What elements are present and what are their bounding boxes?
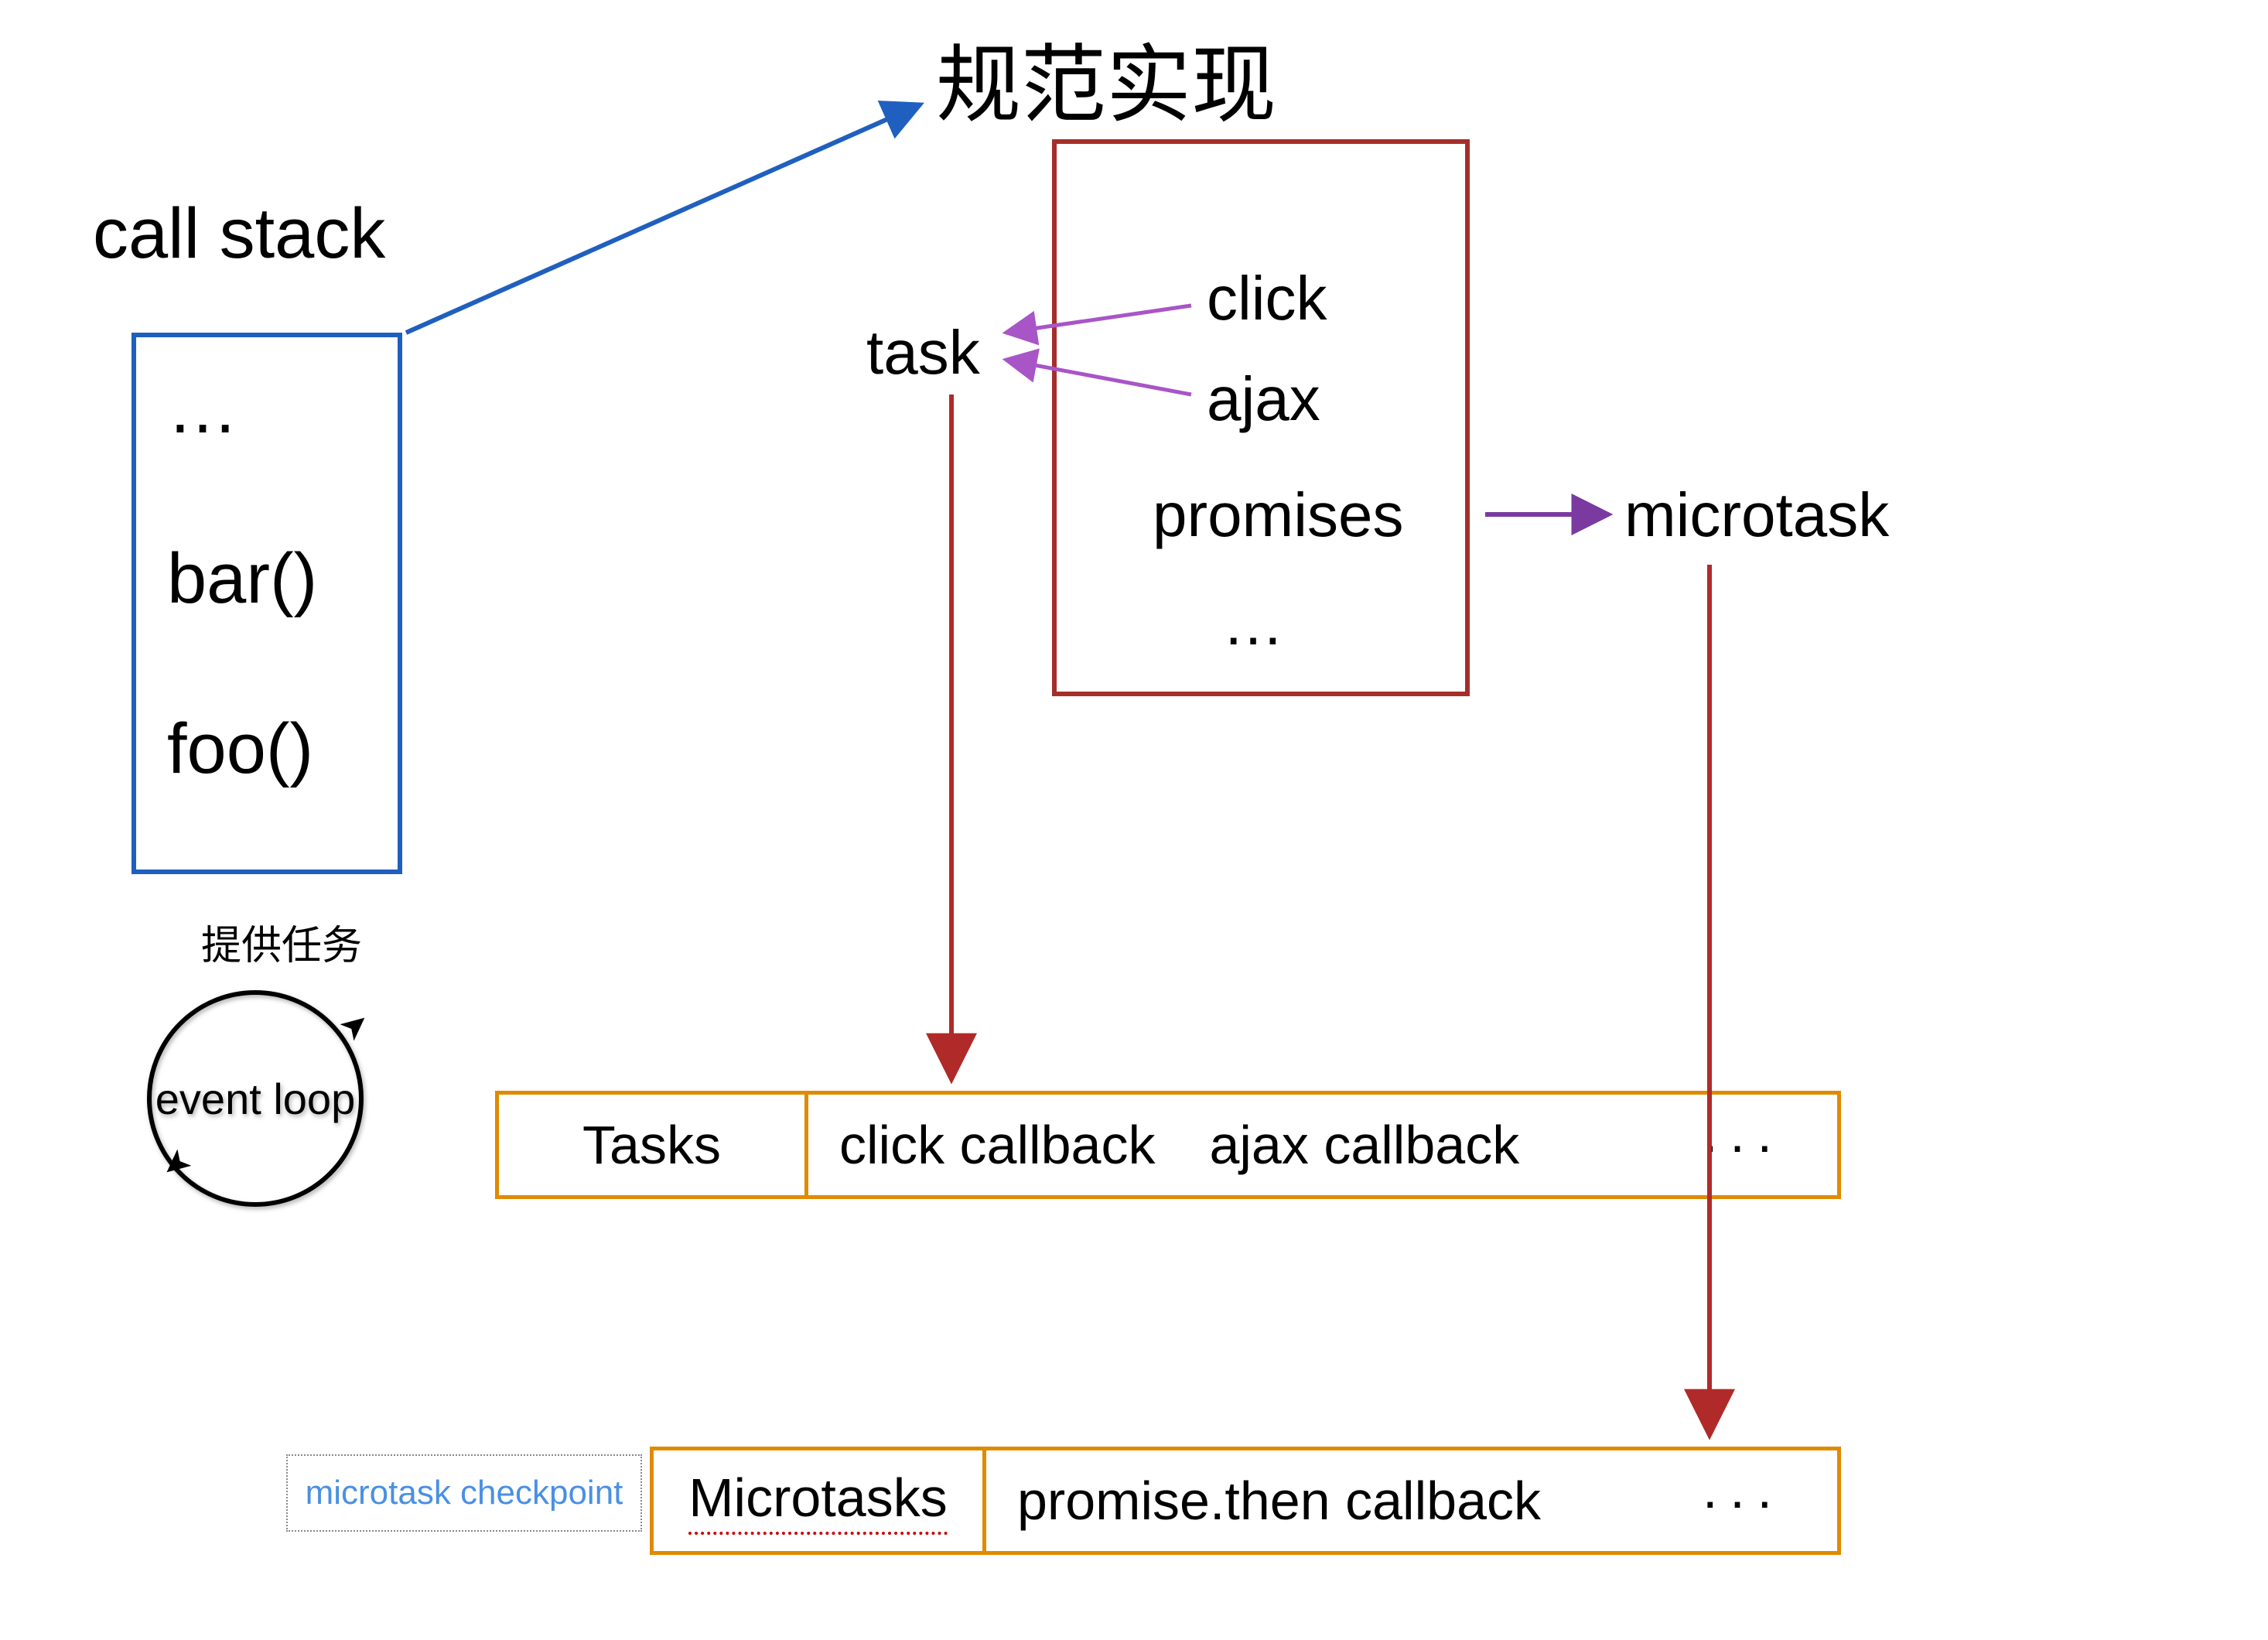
call-stack-title: call stack — [93, 193, 385, 275]
stack-item-ellipsis: … — [167, 368, 238, 449]
microtasks-queue-header: Microtasks — [654, 1450, 986, 1551]
tasks-queue-body: click callback ajax callback ··· — [808, 1095, 1837, 1195]
spec-title: 规范实现 — [936, 15, 1276, 139]
spec-item-ajax: ajax — [1207, 364, 1320, 435]
tasks-cell-more: ··· — [1701, 1114, 1806, 1176]
microtasks-queue-body: promise.then callback ··· — [986, 1450, 1837, 1551]
tasks-queue: Tasks click callback ajax callback ··· — [495, 1091, 1841, 1199]
spec-item-click: click — [1207, 263, 1327, 334]
call-stack-box: … bar() foo() — [132, 333, 402, 874]
microtask-label: microtask — [1624, 480, 1889, 551]
provide-tasks-label: 提供任务 — [201, 913, 362, 971]
tasks-cell-click: click callback — [839, 1114, 1155, 1176]
spec-item-ellipsis: … — [1222, 588, 1284, 659]
microtasks-queue: Microtasks promise.then callback ··· — [650, 1447, 1841, 1555]
stack-item-foo: foo() — [167, 709, 313, 790]
arrow-callstack-to-spec — [406, 104, 921, 333]
task-label: task — [866, 317, 980, 388]
microtasks-cell-promise: promise.then callback — [1017, 1470, 1541, 1532]
tasks-cell-ajax: ajax callback — [1209, 1114, 1519, 1176]
tasks-queue-header: Tasks — [499, 1095, 808, 1195]
spec-item-promises: promises — [1153, 480, 1404, 551]
microtask-checkpoint-box: microtask checkpoint — [286, 1454, 642, 1532]
microtasks-cell-more: ··· — [1701, 1470, 1806, 1532]
stack-item-bar: bar() — [167, 538, 317, 620]
